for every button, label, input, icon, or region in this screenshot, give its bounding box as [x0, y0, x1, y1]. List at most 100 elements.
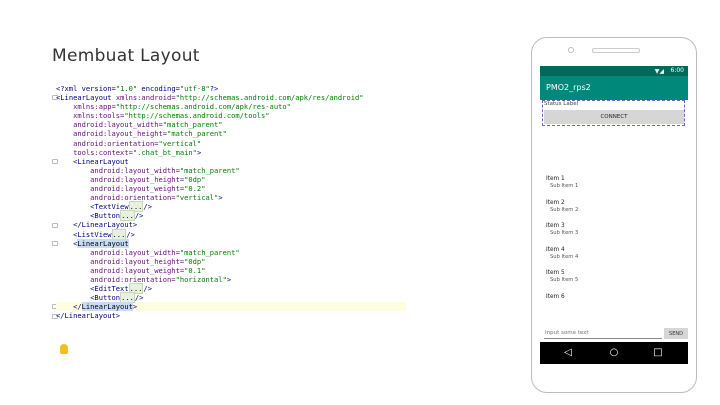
- code-editor[interactable]: <?xml version="1.0" encoding="utf-8"?> <L…: [48, 84, 408, 384]
- list-view[interactable]: Item 1 Sub Item 1 Item 2 Sub Item 2 Item 3 Su…: [546, 176, 686, 317]
- code-line[interactable]: android:layout_height="0dp": [56, 257, 406, 266]
- code-line[interactable]: android:layout_width="match_parent": [56, 166, 406, 175]
- code-token: ?>: [209, 84, 219, 93]
- code-line[interactable]: </LinearLayout>: [56, 302, 406, 312]
- status-bar: ▼◢ 6:00: [540, 66, 688, 76]
- code-token: LinearLayout: [60, 93, 116, 103]
- list-item[interactable]: Item 2 Sub Item 2: [546, 200, 686, 224]
- code-line[interactable]: <LinearLayout: [56, 157, 406, 166]
- code-line[interactable]: <?xml version="1.0" encoding="utf-8"?>: [56, 84, 406, 93]
- code-token: android:orientation=: [56, 274, 176, 284]
- lightbulb-icon[interactable]: [60, 344, 68, 354]
- list-item[interactable]: Item 1 Sub Item 1: [546, 176, 686, 200]
- code-token: />: [134, 211, 144, 221]
- code-token: "match_parent": [179, 247, 240, 257]
- code-line[interactable]: <LinearLayout xmlns:android="http://sche…: [56, 93, 406, 102]
- code-line[interactable]: </LinearLayout>: [56, 220, 406, 229]
- code-line[interactable]: android:layout_weight="0.2": [56, 184, 406, 193]
- code-line[interactable]: android:layout_width="match_parent": [56, 120, 406, 129]
- signal-icon: ▼◢: [654, 68, 664, 75]
- code-line[interactable]: android:layout_weight="0.1": [56, 266, 406, 275]
- list-item[interactable]: Item 6: [546, 294, 686, 318]
- code-token: <: [56, 238, 78, 248]
- list-item-subtitle: Sub Item 1: [550, 183, 579, 189]
- code-token: "http://schemas.android.com/tools": [124, 111, 270, 121]
- code-token: </: [56, 302, 82, 312]
- list-item[interactable]: Item 4 Sub Item 4: [546, 247, 686, 271]
- code-token: />: [134, 293, 144, 303]
- code-token: >: [132, 302, 138, 312]
- code-token: />: [126, 229, 135, 239]
- nav-bar: ◁ ○ □: [540, 342, 688, 364]
- code-line[interactable]: android:layout_width="match_parent": [56, 248, 406, 257]
- code-token: </LinearLayout>: [56, 311, 121, 321]
- code-token: "0dp": [184, 174, 206, 184]
- folded-code-marker[interactable]: ...: [111, 228, 127, 240]
- code-token: "0.1": [184, 265, 206, 275]
- list-item-title: Item 6: [546, 293, 565, 300]
- code-line[interactable]: xmlns:app="http://schemas.android.com/ap…: [56, 102, 406, 111]
- phone-preview: ▼◢ 6:00 PMO2_rps2 Status Label CONNECT I…: [531, 37, 697, 393]
- connect-button[interactable]: CONNECT: [544, 110, 684, 124]
- code-token: encoding=: [137, 84, 180, 93]
- code-token: "vertical": [175, 193, 219, 203]
- send-button[interactable]: SEND: [664, 328, 688, 339]
- list-item[interactable]: Item 5 Sub Item 5: [546, 270, 686, 294]
- home-icon[interactable]: ○: [608, 347, 620, 359]
- list-item-title: Item 1: [546, 176, 565, 182]
- code-token: "vertical": [158, 138, 202, 148]
- input-row: SEND: [544, 328, 688, 340]
- status-label: Status Label: [544, 101, 579, 107]
- code-token: android:layout_width=: [56, 247, 180, 257]
- camera-icon: [568, 47, 574, 53]
- app-title: PMO2_rps2: [546, 83, 591, 92]
- code-line[interactable]: android:orientation="horizontal">: [56, 275, 406, 284]
- code-line[interactable]: tools:context=".chat_bt_main">: [56, 148, 406, 157]
- list-item-subtitle: Sub Item 3: [550, 230, 579, 236]
- code-token: "match_parent": [167, 129, 227, 139]
- code-token: android:layout_weight=: [56, 265, 185, 275]
- code-line[interactable]: <Button.../>: [56, 292, 406, 304]
- code-token: <TextView: [56, 202, 129, 212]
- code-token: "1.0": [115, 84, 138, 93]
- code-line[interactable]: <Button.../>: [56, 210, 406, 222]
- code-token: android:orientation=: [56, 193, 176, 203]
- code-token: xmlns:android=: [115, 93, 176, 103]
- code-token: <Button: [56, 211, 121, 221]
- code-line[interactable]: <TextView.../>: [56, 201, 406, 213]
- code-line[interactable]: <EditText.../>: [56, 283, 406, 295]
- code-token: android:layout_weight=: [56, 184, 185, 194]
- code-token: <ListView: [56, 229, 112, 239]
- list-item-title: Item 2: [546, 199, 565, 206]
- code-line[interactable]: android:layout_height="match_parent": [56, 129, 406, 138]
- list-item-title: Item 5: [546, 270, 565, 276]
- code-line[interactable]: <LinearLayout: [56, 238, 406, 248]
- status-time: 6:00: [670, 67, 684, 74]
- code-line[interactable]: </LinearLayout>: [56, 311, 406, 320]
- code-token: xmlns:app=: [56, 102, 116, 112]
- code-line[interactable]: <ListView.../>: [56, 228, 406, 240]
- list-item-subtitle: Sub Item 2: [550, 206, 579, 213]
- recents-icon[interactable]: □: [652, 347, 664, 359]
- code-token: tools:context=: [56, 147, 133, 157]
- code-token: android:layout_height=: [56, 129, 168, 139]
- code-token: />: [143, 202, 152, 212]
- slide-title: Membuat Layout: [52, 46, 200, 66]
- list-item-title: Item 3: [546, 223, 565, 229]
- code-token: "horizontal": [175, 274, 227, 284]
- code-token: android:layout_height=: [56, 256, 185, 266]
- code-token: >: [196, 147, 202, 157]
- xml-code[interactable]: <?xml version="1.0" encoding="utf-8"?> <L…: [56, 84, 406, 320]
- code-line[interactable]: android:layout_height="0dp": [56, 175, 406, 184]
- code-token: android:layout_height=: [56, 174, 185, 184]
- code-token: "match_parent": [162, 120, 223, 130]
- message-input[interactable]: [544, 328, 662, 339]
- code-line[interactable]: xmlns:tools="http://schemas.android.com/…: [56, 111, 406, 120]
- back-icon[interactable]: ◁: [562, 347, 574, 359]
- list-item[interactable]: Item 3 Sub Item 3: [546, 223, 686, 247]
- code-token: <LinearLayout: [56, 156, 129, 166]
- code-token: <?xml version=: [56, 84, 116, 93]
- code-line[interactable]: android:orientation="vertical": [56, 139, 406, 148]
- code-token: LinearLayout: [81, 302, 133, 312]
- code-line[interactable]: android:orientation="vertical">: [56, 193, 406, 202]
